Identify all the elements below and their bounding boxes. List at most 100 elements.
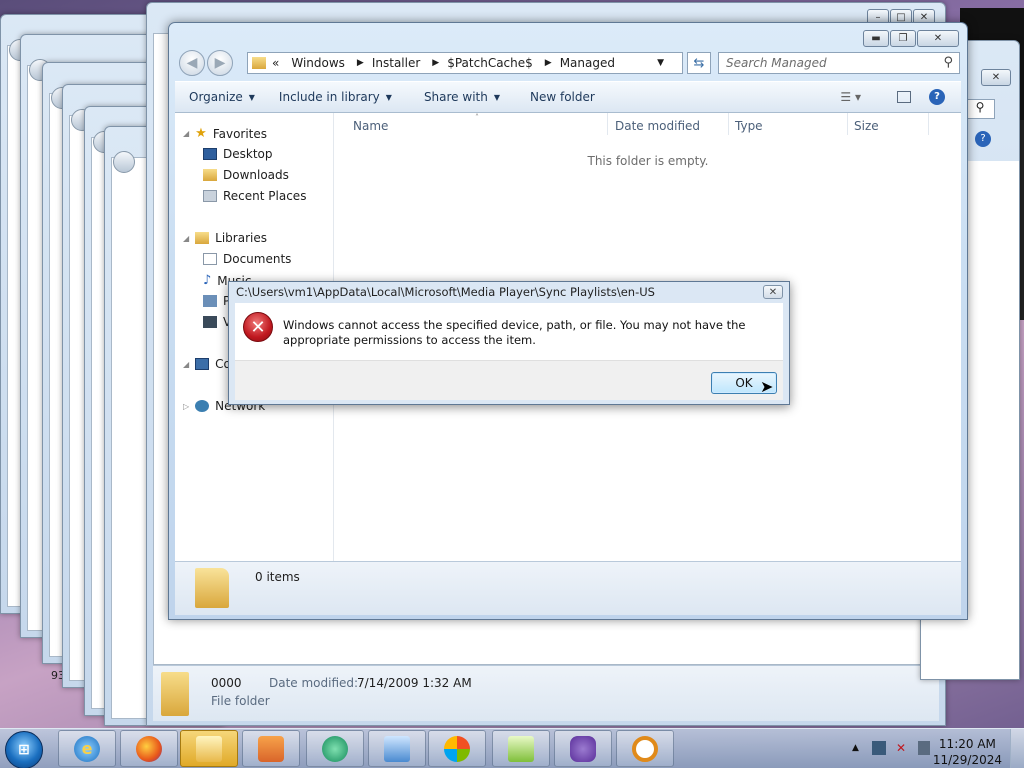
breadcrumb-arrow-icon[interactable]: ▶ xyxy=(545,58,552,68)
taskbar-firefox[interactable] xyxy=(120,730,178,767)
new-folder-button[interactable]: New folder xyxy=(530,90,595,104)
details-pane: 0 items xyxy=(175,561,961,615)
search-input[interactable]: Search Managed ⚲ xyxy=(718,52,960,74)
network-tray-icon[interactable] xyxy=(872,741,886,755)
nav-downloads-label: Downloads xyxy=(223,168,289,182)
empty-folder-message: This folder is empty. xyxy=(587,154,709,168)
internet-explorer-icon: e xyxy=(74,735,100,762)
help-icon[interactable]: ? xyxy=(975,131,991,147)
nav-favorites[interactable]: ◢ ★ Favorites xyxy=(183,126,267,141)
clock-time: 11:20 AM xyxy=(938,737,996,751)
forward-button[interactable]: ▶ xyxy=(207,50,233,76)
system-tray: ▲ ✕ 11:20 AM 11/29/2024 xyxy=(848,733,1024,767)
folder-icon xyxy=(252,57,266,69)
column-divider[interactable] xyxy=(607,113,608,135)
search-icon[interactable]: ⚲ xyxy=(965,99,995,119)
windows-logo-icon xyxy=(444,735,470,762)
search-placeholder: Search Managed xyxy=(726,56,827,70)
clock[interactable]: 11:20 AM 11/29/2024 xyxy=(933,736,1002,768)
taskbar-windows-media[interactable] xyxy=(428,730,486,767)
expand-arrow-icon[interactable]: ◢ xyxy=(183,234,189,243)
downloads-icon xyxy=(203,169,217,181)
column-divider[interactable] xyxy=(847,113,848,135)
show-desktop-button[interactable] xyxy=(1010,729,1024,768)
music-icon: ♪ xyxy=(203,273,212,288)
recent-places-icon xyxy=(203,190,217,202)
taskbar-media-player[interactable] xyxy=(242,730,300,767)
include-in-library-label: Include in library xyxy=(278,90,380,104)
expand-arrow-icon[interactable]: ◢ xyxy=(183,129,189,138)
search-icon[interactable]: ⚲ xyxy=(943,55,953,70)
sort-arrow-icon: ˄ xyxy=(475,113,479,122)
close-button[interactable]: ✕ xyxy=(981,69,1011,86)
nav-libraries[interactable]: ◢ Libraries xyxy=(183,231,267,245)
error-message: Windows cannot access the specified devi… xyxy=(283,318,746,347)
chevron-down-icon: ▼ xyxy=(248,92,255,102)
desktop-icon xyxy=(203,148,217,160)
dialog-body: ✕ Windows cannot access the specified de… xyxy=(235,303,783,360)
nav-desktop-label: Desktop xyxy=(223,147,273,161)
mouse-cursor-icon: ➤ xyxy=(760,377,774,396)
column-header-size[interactable]: Size xyxy=(854,119,879,133)
nav-desktop[interactable]: Desktop xyxy=(203,147,273,161)
breadcrumb-windows[interactable]: Windows xyxy=(291,56,345,70)
breadcrumb-installer[interactable]: Installer xyxy=(372,56,420,70)
command-bar: Organize ▼ Include in library ▼ Share with… xyxy=(175,81,961,113)
column-header-date-modified[interactable]: Date modified xyxy=(615,119,700,133)
minimize-button[interactable]: ▬ xyxy=(863,30,889,47)
nav-pictures[interactable]: P xyxy=(203,294,230,308)
taskbar-visual-studio[interactable] xyxy=(554,730,612,767)
view-options-icon[interactable]: ☰ ▾ xyxy=(840,90,861,104)
volume-muted-icon[interactable]: ✕ xyxy=(896,741,906,755)
star-icon: ★ xyxy=(195,126,207,141)
nav-computer[interactable]: ◢ Co xyxy=(183,357,231,371)
nav-recent-places[interactable]: Recent Places xyxy=(203,189,306,203)
include-in-library-button[interactable]: Include in library ▼ xyxy=(279,90,392,104)
refresh-icon[interactable]: ⇆ xyxy=(687,52,711,74)
address-root-chevron[interactable]: « xyxy=(272,56,279,70)
chevron-down-icon: ▼ xyxy=(493,92,500,102)
taskbar-internet-explorer[interactable]: e xyxy=(58,730,116,767)
nav-documents-label: Documents xyxy=(223,252,292,266)
firefox-icon xyxy=(136,735,162,762)
date-modified-value: 7/14/2009 1:32 AM xyxy=(357,676,472,690)
address-bar[interactable]: « Windows ▶ Installer ▶ $PatchCache$ ▶ M… xyxy=(247,52,683,74)
breadcrumb-managed[interactable]: Managed xyxy=(560,56,615,70)
nav-downloads[interactable]: Downloads xyxy=(203,168,289,182)
breadcrumb-arrow-icon[interactable]: ▶ xyxy=(357,58,364,68)
close-button[interactable]: ✕ xyxy=(917,30,959,47)
address-dropdown-icon[interactable]: ▼ xyxy=(657,58,664,68)
nav-videos[interactable]: V xyxy=(203,315,231,329)
action-center-icon[interactable] xyxy=(918,741,930,755)
dialog-footer: OK ➤ xyxy=(235,360,783,400)
expand-arrow-icon[interactable]: ◢ xyxy=(183,360,189,369)
start-button[interactable]: ⊞ xyxy=(5,731,43,768)
dialog-close-button[interactable]: ✕ xyxy=(763,285,783,299)
videos-icon xyxy=(203,316,217,328)
column-header-name[interactable]: Name xyxy=(353,119,388,133)
date-modified-label: Date modified: xyxy=(269,676,359,690)
column-header-type[interactable]: Type xyxy=(735,119,763,133)
preview-pane-icon[interactable] xyxy=(897,91,911,103)
breadcrumb-arrow-icon[interactable]: ▶ xyxy=(432,58,439,68)
taskbar-remote-desktop[interactable] xyxy=(368,730,426,767)
expand-arrow-icon[interactable]: ▷ xyxy=(183,402,189,411)
magnifier-icon xyxy=(632,735,658,762)
back-button[interactable]: ◀ xyxy=(179,50,205,76)
help-icon[interactable]: ? xyxy=(929,89,945,105)
taskbar-notepad-plus-plus[interactable] xyxy=(492,730,550,767)
selected-item-name: 0000 xyxy=(211,676,242,690)
maximize-button[interactable]: ❐ xyxy=(890,30,916,47)
taskbar-search-tool[interactable] xyxy=(616,730,674,767)
item-type: File folder xyxy=(211,694,270,708)
column-divider[interactable] xyxy=(928,113,929,135)
column-divider[interactable] xyxy=(728,113,729,135)
taskbar-media-center[interactable] xyxy=(306,730,364,767)
error-icon: ✕ xyxy=(243,312,273,342)
taskbar-windows-explorer[interactable] xyxy=(180,730,238,767)
show-hidden-icons-icon[interactable]: ▲ xyxy=(852,743,859,753)
organize-button[interactable]: Organize ▼ xyxy=(189,90,255,104)
share-with-button[interactable]: Share with ▼ xyxy=(424,90,500,104)
breadcrumb-patchcache[interactable]: $PatchCache$ xyxy=(447,56,533,70)
nav-documents[interactable]: Documents xyxy=(203,252,291,266)
